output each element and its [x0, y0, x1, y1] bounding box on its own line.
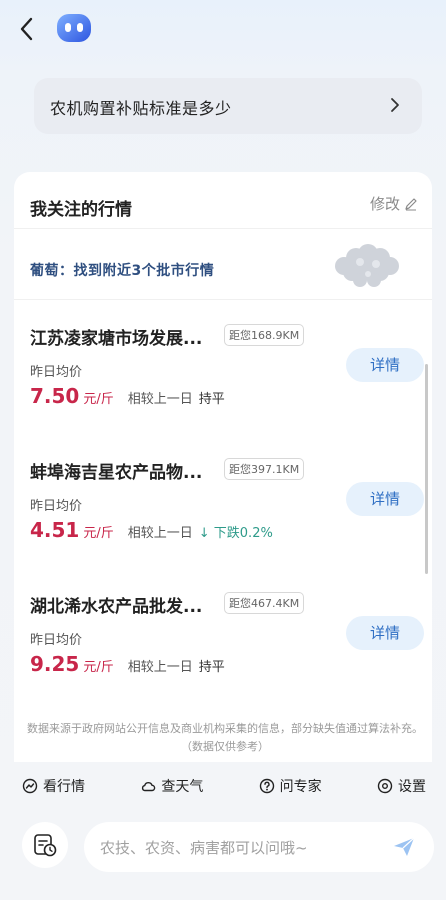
cloud-icon	[142, 782, 156, 792]
price-row: 4.51 元/斤 相较上一日 ↓ 下跌0.2%	[30, 518, 273, 542]
pencil-icon	[405, 197, 417, 210]
quick-action-label: 看行情	[43, 779, 85, 795]
trend-value: 持平	[198, 392, 225, 407]
history-button[interactable]	[22, 822, 68, 868]
robot-avatar-icon	[57, 14, 91, 42]
divider	[14, 228, 432, 229]
quick-action-expert[interactable]: 问专家	[259, 772, 322, 800]
compare-label: 相较上一日	[127, 526, 193, 541]
market-item: 蚌埠海吉星农产品物... 距您397.1KM 昨日均价 4.51 元/斤 相较上…	[14, 434, 432, 568]
quick-action-market[interactable]: 看行情	[22, 772, 85, 800]
avg-price-label: 昨日均价	[30, 633, 83, 648]
quick-action-label: 问专家	[279, 779, 322, 795]
avg-price-label: 昨日均价	[30, 499, 83, 514]
price-unit: 元/斤	[83, 660, 114, 675]
quick-action-label: 设置	[397, 779, 426, 795]
avg-price-label: 昨日均价	[30, 365, 83, 380]
modify-label: 修改	[369, 195, 400, 213]
question-icon	[259, 778, 274, 794]
quick-actions: 看行情 查天气 问专家 设置	[22, 772, 426, 800]
quick-action-weather[interactable]: 查天气	[140, 772, 203, 800]
price-row: 7.50 元/斤 相较上一日 持平	[30, 384, 225, 408]
product-summary: 葡萄：找到附近3个批市行情	[30, 263, 215, 279]
detail-button[interactable]: 详情	[346, 348, 424, 382]
quick-action-settings[interactable]: 设置	[377, 772, 426, 800]
gear-icon	[377, 778, 393, 794]
trend-chart-icon	[22, 778, 38, 794]
suggested-question-text: 农机购置补贴标准是多少	[50, 99, 232, 118]
suggested-question-card[interactable]: 农机购置补贴标准是多少	[34, 78, 422, 134]
market-name[interactable]: 江苏凌家塘市场发展...	[30, 324, 202, 349]
send-icon[interactable]	[392, 835, 416, 859]
history-icon	[34, 834, 57, 857]
distance-badge: 距您467.4KM	[224, 592, 305, 614]
distance-badge: 距您397.1KM	[224, 458, 305, 480]
chat-input-bar[interactable]: 农技、农资、病害都可以问哦~	[84, 822, 434, 872]
chevron-right-icon	[391, 98, 399, 112]
section-title: 我关注的行情	[30, 200, 132, 220]
compare-label: 相较上一日	[127, 660, 193, 675]
market-name[interactable]: 蚌埠海吉星农产品物...	[30, 458, 202, 483]
price-row: 9.25 元/斤 相较上一日 持平	[30, 652, 225, 676]
detail-button[interactable]: 详情	[346, 616, 424, 650]
price-unit: 元/斤	[83, 392, 114, 407]
market-name[interactable]: 湖北浠水农产品批发...	[30, 592, 202, 617]
quick-action-label: 查天气	[161, 779, 204, 795]
chevron-left-icon[interactable]	[14, 14, 40, 44]
data-disclaimer: 数据来源于政府网站公开信息及商业机构采集的信息，部分缺失值通过算法补充。（数据仅…	[27, 722, 423, 753]
chat-input-placeholder[interactable]: 农技、农资、病害都可以问哦~	[100, 837, 308, 858]
detail-button[interactable]: 详情	[346, 482, 424, 516]
market-watch-card: 我关注的行情 修改 葡萄：找到附近3个批市行情 江苏凌家塘市场发展... 距您1…	[14, 172, 432, 762]
market-item: 湖北浠水农产品批发... 距您467.4KM 昨日均价 9.25 元/斤 相较上…	[14, 568, 432, 702]
trend-value: ↓ 下跌0.2%	[198, 526, 273, 541]
distance-badge: 距您168.9KM	[224, 324, 305, 346]
trend-value: 持平	[198, 660, 225, 675]
price-value: 9.25	[30, 652, 80, 676]
compare-label: 相较上一日	[127, 392, 193, 407]
price-unit: 元/斤	[83, 526, 114, 541]
scrollbar[interactable]	[425, 364, 428, 574]
price-value: 7.50	[30, 384, 80, 408]
price-value: 4.51	[30, 518, 80, 542]
market-item: 江苏凌家塘市场发展... 距您168.9KM 昨日均价 7.50 元/斤 相较上…	[14, 300, 432, 434]
grape-image	[335, 244, 399, 287]
modify-button[interactable]: 修改	[370, 193, 418, 214]
